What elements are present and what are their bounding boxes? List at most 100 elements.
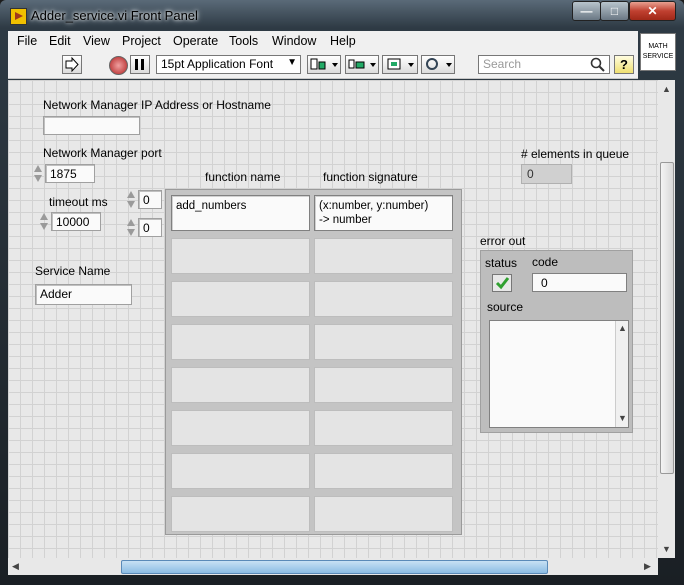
- function-signature-cell-empty[interactable]: [314, 453, 453, 489]
- reorder-icon: [426, 58, 452, 70]
- function-signature-cell-empty[interactable]: [314, 410, 453, 446]
- menu-file[interactable]: File: [17, 34, 37, 48]
- close-icon: ✕: [647, 4, 658, 18]
- toolbar: 15pt Application Font ▼ Search ?: [8, 52, 638, 79]
- scroll-down-icon[interactable]: ▼: [662, 544, 671, 554]
- run-button[interactable]: [62, 55, 82, 74]
- menubar: File Edit View Project Operate Tools Win…: [8, 31, 638, 52]
- labview-vi-icon: [10, 8, 27, 25]
- signature-line-2: -> number: [319, 214, 372, 226]
- align-objects-button[interactable]: [307, 55, 341, 74]
- chevron-down-icon: ▼: [287, 57, 297, 68]
- distribute-icon: [348, 59, 376, 69]
- vertical-scrollbar[interactable]: ▲ ▼: [658, 80, 675, 558]
- window-title: Adder_service.vi Front Panel: [31, 8, 198, 23]
- font-select-value: 15pt Application Font: [161, 57, 274, 71]
- menu-edit[interactable]: Edit: [49, 34, 71, 48]
- run-arrow-icon: [65, 56, 79, 73]
- nm-address-label: Network Manager IP Address or Hostname: [43, 98, 271, 112]
- abort-button[interactable]: [109, 56, 128, 75]
- search-icon: [590, 57, 605, 72]
- resize-objects-button[interactable]: [382, 55, 418, 74]
- maximize-icon: □: [610, 4, 619, 18]
- function-name-cell-empty[interactable]: [171, 410, 310, 446]
- menu-operate[interactable]: Operate: [173, 34, 218, 48]
- close-button[interactable]: ✕: [629, 1, 676, 21]
- function-name-cell-empty[interactable]: [171, 281, 310, 317]
- nm-port-stepper[interactable]: [33, 164, 43, 184]
- check-icon: [495, 277, 510, 290]
- minimize-icon: —: [580, 4, 593, 18]
- service-name-label: Service Name: [35, 264, 111, 278]
- scroll-right-icon[interactable]: ▶: [644, 561, 651, 572]
- scroll-left-icon[interactable]: ◀: [12, 561, 19, 572]
- horizontal-scrollbar[interactable]: ◀ ▶: [8, 558, 658, 575]
- function-name-cell-empty[interactable]: [171, 324, 310, 360]
- function-signature-cell[interactable]: (x:number, y:number) -> number: [314, 195, 453, 231]
- array-index-col-stepper[interactable]: [126, 218, 136, 238]
- vi-icon-line2: SERVICE: [642, 53, 674, 60]
- code-indicator: 0: [532, 273, 627, 292]
- pause-button[interactable]: [130, 55, 150, 74]
- nm-port-label: Network Manager port: [43, 146, 162, 160]
- minimize-button[interactable]: —: [572, 1, 601, 21]
- search-placeholder: Search: [483, 57, 522, 71]
- nm-address-field[interactable]: [43, 116, 140, 135]
- function-name-cell-empty[interactable]: [171, 238, 310, 274]
- source-scrollbar[interactable]: ▲ ▼: [615, 321, 628, 427]
- status-label: status: [485, 256, 518, 270]
- error-out-label: error out: [480, 234, 526, 248]
- source-text: [490, 321, 628, 325]
- timeout-stepper[interactable]: [39, 212, 49, 232]
- function-name-cell-empty[interactable]: [171, 453, 310, 489]
- reorder-button[interactable]: [421, 55, 455, 74]
- font-select[interactable]: 15pt Application Font ▼: [156, 55, 301, 74]
- vertical-scroll-thumb[interactable]: [660, 162, 674, 474]
- array-index-row-stepper[interactable]: [126, 190, 136, 210]
- scroll-up-icon: ▲: [618, 323, 627, 333]
- function-name-header: function name: [205, 170, 281, 184]
- timeout-field[interactable]: 10000: [51, 212, 101, 231]
- align-icon: [310, 58, 338, 70]
- pause-icon: [135, 59, 144, 70]
- distribute-objects-button[interactable]: [345, 55, 379, 74]
- source-indicator: ▲ ▼: [489, 320, 629, 428]
- function-signature-cell-empty[interactable]: [314, 496, 453, 532]
- source-label: source: [487, 300, 524, 314]
- front-panel: Network Manager IP Address or Hostname N…: [8, 80, 658, 558]
- maximize-button[interactable]: □: [600, 1, 629, 21]
- horizontal-scroll-thumb[interactable]: [121, 560, 548, 574]
- search-input[interactable]: Search: [478, 55, 610, 74]
- help-button[interactable]: ?: [614, 55, 634, 74]
- signature-line-1: (x:number, y:number): [319, 200, 429, 212]
- function-signature-cell-empty[interactable]: [314, 238, 453, 274]
- function-signature-cell-empty[interactable]: [314, 367, 453, 403]
- resize-icon: [387, 58, 414, 70]
- menu-tools[interactable]: Tools: [229, 34, 258, 48]
- status-indicator: [492, 274, 512, 292]
- code-label: code: [532, 255, 559, 269]
- service-name-field[interactable]: Adder: [35, 284, 132, 305]
- function-signature-header: function signature: [323, 170, 418, 184]
- help-icon: ?: [620, 57, 628, 72]
- window: Adder_service.vi Front Panel — □ ✕ File …: [0, 0, 684, 585]
- array-index-row[interactable]: 0: [138, 190, 162, 209]
- vi-icon-math-service: MATH SERVICE: [640, 33, 676, 71]
- nm-port-field[interactable]: 1875: [45, 164, 95, 183]
- vi-icon-line1: MATH: [648, 43, 668, 50]
- function-signature-cell-empty[interactable]: [314, 281, 453, 317]
- functions-array: add_numbers (x:number, y:number) -> numb…: [165, 189, 462, 535]
- menu-help[interactable]: Help: [330, 34, 356, 48]
- error-out-cluster: status code 0 source ▲ ▼: [480, 250, 633, 433]
- function-name-cell-empty[interactable]: [171, 367, 310, 403]
- array-index-col[interactable]: 0: [138, 218, 162, 237]
- menu-project[interactable]: Project: [122, 34, 161, 48]
- function-name-cell[interactable]: add_numbers: [171, 195, 310, 231]
- function-signature-cell-empty[interactable]: [314, 324, 453, 360]
- scroll-up-icon[interactable]: ▲: [662, 84, 671, 94]
- function-name-cell-empty[interactable]: [171, 496, 310, 532]
- menu-view[interactable]: View: [83, 34, 110, 48]
- scroll-down-icon: ▼: [618, 413, 627, 423]
- elements-in-queue-label: # elements in queue: [521, 147, 630, 161]
- menu-window[interactable]: Window: [272, 34, 316, 48]
